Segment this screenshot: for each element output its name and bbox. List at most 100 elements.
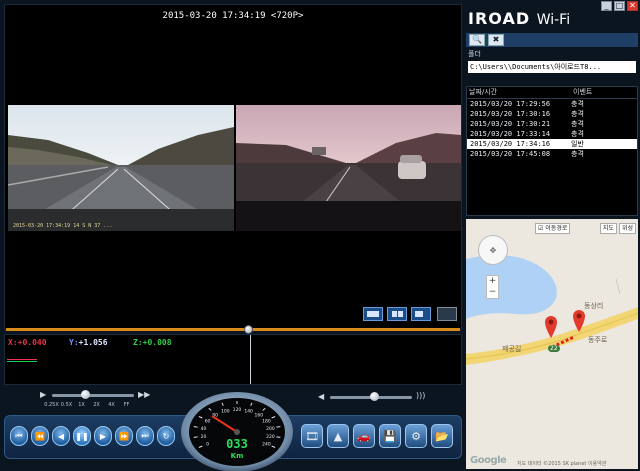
step-back-button[interactable]: ◀ — [52, 426, 70, 446]
map-road-label-right: 동주로 — [588, 336, 608, 344]
file-event-type: 충격 — [571, 120, 584, 128]
video-viewer[interactable]: 2015-03-20 17:34:19 <720P> 2015-03-20 17… — [4, 4, 462, 330]
layout-split-button[interactable] — [387, 307, 407, 321]
film-icon[interactable]: 🎞 — [301, 424, 323, 448]
front-camera-frame — [8, 105, 234, 231]
map-attribution[interactable]: 지도 데이터 ©2015 SK planet 이용약관 — [517, 460, 606, 467]
speed-label[interactable]: 1X — [74, 402, 89, 408]
layout-pip-button[interactable] — [411, 307, 431, 321]
file-event-type: 충격 — [571, 150, 584, 158]
speedometer-tick-label: 120 — [233, 407, 242, 413]
pause-button[interactable]: ❚❚ — [73, 426, 91, 446]
speedometer: 0 20 40 60 80 100 120 140 160 180 200 220 240 033 Km — [178, 390, 296, 471]
layout-single-button[interactable] — [363, 307, 383, 321]
layout-toggle-button[interactable] — [437, 307, 457, 321]
map-pan-control[interactable]: ✥ — [478, 235, 508, 265]
speedometer-tick-label: 220 — [266, 434, 275, 440]
file-datetime: 2015/03/20 17:30:16 — [470, 110, 551, 118]
speedometer-tick — [276, 436, 281, 438]
route-shield: 22 — [548, 345, 560, 352]
column-header-datetime[interactable]: 날짜/시간 — [467, 87, 571, 98]
folder-label: 폴더 — [468, 50, 481, 58]
file-list-row[interactable]: 2015/03/20 17:29:56 충격 — [467, 99, 637, 109]
rear-camera-frame — [236, 105, 461, 231]
rear-camera-view[interactable] — [236, 105, 461, 231]
gsensor-z-trace — [7, 361, 37, 362]
google-logo: Google — [470, 455, 507, 466]
speedometer-tick-label: 180 — [262, 419, 271, 425]
speed-slider-knob[interactable] — [81, 390, 90, 399]
file-list-row[interactable]: 2015/03/20 17:30:16 충격 — [467, 109, 637, 119]
file-list-row[interactable]: 2015/03/20 17:45:08 충격 — [467, 149, 637, 159]
file-datetime: 2015/03/20 17:34:16 — [470, 140, 551, 148]
seek-bar[interactable] — [6, 328, 460, 331]
file-event-type: 충격 — [571, 110, 584, 118]
speedometer-tick-label: 0 — [206, 442, 209, 448]
volume-loud-icon: ))) — [416, 391, 426, 400]
gsensor-y-readout: Y:+1.056 — [69, 338, 108, 347]
first-file-button[interactable]: ⏮ — [10, 426, 28, 446]
folder-path-field[interactable]: C:\Users\\Documents\아이로드T8... — [468, 61, 636, 73]
map-type-switch: 지도 위성 — [599, 223, 636, 234]
map-type-satellite-button[interactable]: 위성 — [618, 223, 636, 234]
gsensor-graph: X:+0.040 Y:+1.056 Z:+0.008 — [4, 334, 462, 385]
car-icon[interactable]: 🚗 — [353, 424, 375, 448]
speedometer-gauge: 020406080100 120 140160180200220240 033 Km — [181, 392, 293, 471]
file-event-type: 충격 — [571, 130, 584, 138]
seek-knob[interactable] — [244, 325, 253, 334]
repeat-button[interactable]: ↻ — [157, 426, 175, 446]
file-event-type: 충격 — [571, 100, 584, 108]
speed-label[interactable]: 2X — [89, 402, 104, 408]
gsensor-x-readout: X:+0.040 — [8, 338, 47, 347]
save-icon[interactable]: 💾 — [379, 424, 401, 448]
file-list-row[interactable]: 2015/03/20 17:34:16 일반 — [467, 139, 637, 149]
map-zoom-control[interactable]: + − — [486, 275, 499, 299]
speed-slider-track[interactable] — [52, 394, 134, 397]
column-header-event[interactable]: 이벤트 — [571, 87, 592, 98]
playback-speed-control: ▶ ▶▶ 0.25X 0.5X 1X 2X 4X FF — [4, 388, 179, 414]
speed-label[interactable]: FF — [119, 402, 134, 408]
file-rows: 2015/03/20 17:29:56 충격 2015/03/20 17:30:16… — [467, 99, 637, 159]
map-view[interactable]: ☑ 이동경로 지도 위성 ✥ + − 동상리 제공길 동주로 22 Google … — [466, 219, 638, 469]
volume-slider-knob[interactable] — [370, 392, 379, 401]
gsensor-cursor — [250, 335, 251, 384]
map-pin-icon[interactable] — [544, 315, 558, 339]
file-datetime: 2015/03/20 17:45:08 — [470, 150, 551, 158]
speedometer-tick-label: 160 — [255, 412, 264, 418]
map-pin-icon[interactable] — [572, 309, 586, 333]
right-panel: IROAD Wi-Fi _ □ ✕ 🔍 ✖ 폴더 C:\Users\\Docum… — [464, 0, 640, 471]
speed-unit: Km — [231, 452, 244, 460]
speed-labels: 0.25X 0.5X 1X 2X 4X FF — [44, 402, 134, 408]
search-icon[interactable]: 🔍 — [469, 34, 485, 46]
speedometer-tick — [193, 426, 198, 428]
settings-icon[interactable]: ⚙ — [405, 424, 427, 448]
folder-icon[interactable]: 📂 — [431, 424, 453, 448]
tools-icon[interactable]: ✖ — [488, 34, 504, 46]
road-icon[interactable]: ▲ — [327, 424, 349, 448]
tool-buttons: 🎞 ▲ 🚗 💾 ⚙ 📂 — [301, 424, 453, 448]
minimize-icon[interactable]: _ — [601, 1, 612, 11]
map-type-map-button[interactable]: 지도 — [599, 223, 617, 234]
maximize-icon[interactable]: □ — [614, 1, 625, 11]
file-event-type: 일반 — [571, 140, 584, 148]
close-icon[interactable]: ✕ — [627, 1, 638, 11]
window-controls: _ □ ✕ — [601, 1, 638, 11]
route-toggle-checkbox[interactable]: ☑ 이동경로 — [535, 223, 571, 234]
speedometer-tick — [193, 436, 198, 438]
speedometer-tick — [276, 426, 281, 428]
speedometer-tick-label: 60 — [205, 419, 211, 425]
front-camera-view[interactable]: 2015-03-20 17:34:19 14 S N 37 ... — [8, 105, 234, 231]
speedometer-tick-label: 20 — [201, 434, 207, 440]
file-list-row[interactable]: 2015/03/20 17:30:21 충격 — [467, 119, 637, 129]
next-file-button[interactable]: ⏩ — [115, 426, 133, 446]
file-list-row[interactable]: 2015/03/20 17:33:14 충격 — [467, 129, 637, 139]
speedometer-tick-label: 40 — [201, 426, 207, 432]
speed-label[interactable]: 0.5X — [59, 402, 74, 408]
volume-mute-icon[interactable]: ◀ — [318, 392, 324, 401]
prev-file-button[interactable]: ⏪ — [31, 426, 49, 446]
map-place-label: 동상리 — [584, 302, 604, 310]
play-button[interactable]: ▶ — [94, 426, 112, 446]
speed-label[interactable]: 4X — [104, 402, 119, 408]
speed-label[interactable]: 0.25X — [44, 402, 59, 408]
last-file-button[interactable]: ⏭ — [136, 426, 154, 446]
